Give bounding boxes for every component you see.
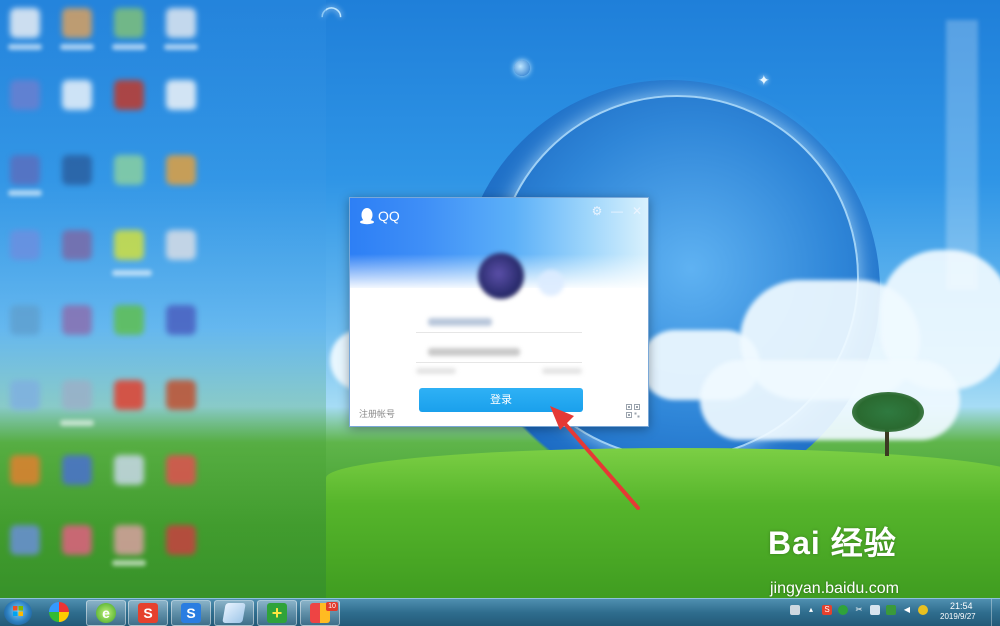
qq-app-title: QQ <box>378 208 400 224</box>
desktop-icon[interactable] <box>62 155 92 185</box>
green-plus-icon: + <box>267 603 287 623</box>
desktop-wallpaper: ✦ ◠ QQ ⚙ — ✕ 登录 注册帐号 Bai 经验 jingyan.baid… <box>0 0 1000 598</box>
volume-icon[interactable]: ◀ <box>902 605 912 615</box>
clock-date[interactable]: 2019/9/27 <box>940 612 976 621</box>
clock-time[interactable]: 21:54 <box>950 601 973 611</box>
cloud <box>700 360 960 440</box>
remember-password-option[interactable] <box>416 368 456 374</box>
account-value-blurred <box>428 318 492 326</box>
desktop-icon[interactable] <box>10 8 40 38</box>
baidu-jingyan-url: jingyan.baidu.com <box>770 580 899 597</box>
desktop-icon[interactable] <box>10 230 40 260</box>
desktop-icon[interactable] <box>62 8 92 38</box>
desktop-icon[interactable] <box>62 380 92 410</box>
wps-tray-icon[interactable]: S <box>822 605 832 615</box>
desktop-icon-label <box>164 44 198 50</box>
register-account-link[interactable]: 注册帐号 <box>359 407 395 420</box>
desktop-icon[interactable] <box>166 455 196 485</box>
desktop-icon[interactable] <box>114 380 144 410</box>
desktop-icon[interactable] <box>114 155 144 185</box>
360-tray-icon[interactable] <box>838 605 848 615</box>
qq-login-window: QQ ⚙ — ✕ 登录 注册帐号 <box>349 197 649 427</box>
baidu-jingyan-watermark: Bai 经验 <box>768 525 897 561</box>
minimize-icon[interactable]: — <box>610 204 624 218</box>
desktop-icon[interactable] <box>166 8 196 38</box>
desktop-icon[interactable] <box>114 80 144 110</box>
desktop-icon-label <box>60 420 94 426</box>
pinwheel-icon <box>49 602 69 622</box>
windows-logo-icon <box>13 606 23 616</box>
avatar-secondary <box>538 270 564 296</box>
desktop-icon[interactable] <box>114 525 144 555</box>
star-decoration: ✦ <box>758 72 770 88</box>
desktop-icon-label <box>60 44 94 50</box>
desktop-icon-label <box>8 44 42 50</box>
desktop-icon-label <box>112 560 146 566</box>
red-s-icon: S <box>138 603 158 623</box>
taskbar-app-with-badge[interactable]: 10 <box>300 600 340 626</box>
desktop-icon[interactable] <box>166 80 196 110</box>
close-icon[interactable]: ✕ <box>630 204 644 218</box>
desktop-icon-label <box>112 44 146 50</box>
notification-badge: 10 <box>326 602 338 611</box>
desktop-icon[interactable] <box>166 230 196 260</box>
desktop-icon[interactable] <box>166 380 196 410</box>
password-field[interactable] <box>416 340 582 363</box>
notepad-icon <box>222 603 246 623</box>
show-desktop-button[interactable] <box>991 599 1000 626</box>
desktop-icon[interactable] <box>62 525 92 555</box>
taskbar-360-security[interactable]: + <box>257 600 297 626</box>
grass-field <box>326 448 1000 598</box>
shield-icon[interactable] <box>886 605 896 615</box>
account-field[interactable] <box>416 310 582 333</box>
network-icon[interactable] <box>870 605 880 615</box>
taskbar-sogou-input[interactable]: S <box>171 600 211 626</box>
taskbar-notepad-app[interactable] <box>214 600 254 626</box>
desktop-icon[interactable] <box>62 230 92 260</box>
small-planet <box>514 60 530 76</box>
taskbar-360-browser[interactable]: e <box>86 600 126 626</box>
desktop-icon[interactable] <box>10 305 40 335</box>
password-value-blurred <box>428 348 520 356</box>
qq-penguin-icon <box>360 208 374 225</box>
tree-crown <box>852 392 924 432</box>
settings-gear-icon[interactable]: ⚙ <box>590 204 604 218</box>
taskbar-pinwheel-app[interactable] <box>40 600 78 624</box>
desktop-icon[interactable] <box>62 80 92 110</box>
desktop-icon[interactable] <box>114 305 144 335</box>
taskbar: e S S + 10 ▴ S ✂ ◀ 21:54 2019/9/27 <box>0 598 1000 626</box>
avatar[interactable] <box>478 253 524 299</box>
desktop-icon-label <box>8 190 42 196</box>
desktop-icon[interactable] <box>62 455 92 485</box>
desktop-icon-label <box>112 270 152 276</box>
desktop-icon[interactable] <box>114 8 144 38</box>
taskbar-wps-app[interactable]: S <box>128 600 168 626</box>
desktop-icon[interactable] <box>114 455 144 485</box>
printer-icon[interactable] <box>790 605 800 615</box>
desktop-icon[interactable] <box>62 305 92 335</box>
app-tray-icon[interactable] <box>918 605 928 615</box>
desktop-icon[interactable] <box>10 380 40 410</box>
auto-login-option[interactable] <box>542 368 582 374</box>
desktop-icon[interactable] <box>166 525 196 555</box>
blurred-desktop-icons-right <box>946 20 978 290</box>
desktop-icon[interactable] <box>114 230 144 260</box>
desktop-icon[interactable] <box>10 80 40 110</box>
blurred-desktop-icons <box>0 0 326 598</box>
desktop-icon[interactable] <box>10 455 40 485</box>
desktop-icon[interactable] <box>166 305 196 335</box>
start-button[interactable] <box>4 600 32 625</box>
blue-s-icon: S <box>181 603 201 623</box>
desktop-icon[interactable] <box>166 155 196 185</box>
show-hidden-icons-icon[interactable]: ▴ <box>806 605 816 615</box>
tools-icon[interactable]: ✂ <box>854 605 864 615</box>
desktop-icon[interactable] <box>10 525 40 555</box>
red-arrow-annotation <box>550 406 640 510</box>
green-browser-icon: e <box>96 603 116 623</box>
desktop-icon[interactable] <box>10 155 40 185</box>
